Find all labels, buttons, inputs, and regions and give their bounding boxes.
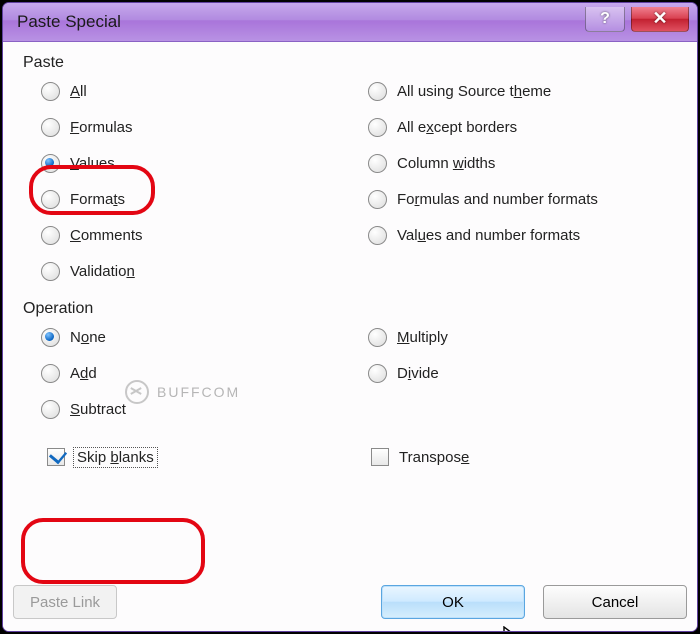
option-label: Formulas xyxy=(70,119,133,136)
option-label: Divide xyxy=(397,365,439,382)
transpose-label: Transpose xyxy=(399,449,469,466)
radio-icon xyxy=(41,328,60,347)
paste-option-2[interactable]: Values xyxy=(41,150,360,176)
radio-icon xyxy=(41,400,60,419)
radio-icon xyxy=(368,226,387,245)
option-label: Values xyxy=(70,155,115,172)
radio-icon xyxy=(368,364,387,383)
option-label: Multiply xyxy=(397,329,448,346)
operation-option-2[interactable]: Subtract xyxy=(41,396,360,422)
operation-option-0[interactable]: None xyxy=(41,324,360,350)
option-label: Values and number formats xyxy=(397,227,580,244)
transpose-checkbox[interactable]: Transpose xyxy=(371,444,687,470)
radio-icon xyxy=(368,190,387,209)
skip-blanks-label: Skip blanks xyxy=(75,449,156,466)
paste-option-3[interactable]: Formats xyxy=(41,186,360,212)
paste-option-4[interactable]: Values and number formats xyxy=(368,222,687,248)
paste-option-4[interactable]: Comments xyxy=(41,222,360,248)
radio-icon xyxy=(368,328,387,347)
paste-special-dialog: Paste Special ? ✕ Paste All Formulas Value… xyxy=(2,2,698,632)
operation-options: None Add Subtract Multiply Divide xyxy=(13,324,687,422)
option-label: Subtract xyxy=(70,401,126,418)
radio-icon xyxy=(41,154,60,173)
help-button[interactable]: ? xyxy=(585,7,625,32)
dialog-button-row: Paste Link OK Cancel xyxy=(13,585,687,619)
close-button[interactable]: ✕ xyxy=(631,7,689,32)
checkbox-icon xyxy=(371,448,389,466)
operation-group-label: Operation xyxy=(23,300,687,318)
operation-option-1[interactable]: Add xyxy=(41,360,360,386)
cursor-icon xyxy=(503,626,523,632)
paste-option-2[interactable]: Column widths xyxy=(368,150,687,176)
radio-icon xyxy=(41,262,60,281)
radio-icon xyxy=(41,364,60,383)
help-icon: ? xyxy=(600,10,610,28)
option-label: All xyxy=(70,83,87,100)
option-label: Validation xyxy=(70,263,135,280)
option-label: Comments xyxy=(70,227,143,244)
option-label: All using Source theme xyxy=(397,83,551,100)
option-label: Formulas and number formats xyxy=(397,191,598,208)
close-icon: ✕ xyxy=(652,8,667,29)
option-label: Formats xyxy=(70,191,125,208)
radio-icon xyxy=(41,118,60,137)
paste-option-0[interactable]: All xyxy=(41,78,360,104)
paste-group-label: Paste xyxy=(23,54,687,72)
window-title: Paste Special xyxy=(17,12,121,32)
ok-button[interactable]: OK xyxy=(381,585,525,619)
paste-options: All Formulas Values Formats Comments Validati… xyxy=(13,78,687,284)
paste-option-5[interactable]: Validation xyxy=(41,258,360,284)
title-bar[interactable]: Paste Special ? ✕ xyxy=(3,3,697,42)
dialog-body: Paste All Formulas Values Formats Comments Va… xyxy=(3,42,697,631)
option-label: None xyxy=(70,329,106,346)
radio-icon xyxy=(41,190,60,209)
cancel-button[interactable]: Cancel xyxy=(543,585,687,619)
paste-option-3[interactable]: Formulas and number formats xyxy=(368,186,687,212)
checkbox-icon xyxy=(47,448,65,466)
misc-options: Skip blanks Transpose xyxy=(13,444,687,470)
paste-link-button: Paste Link xyxy=(13,585,117,619)
radio-icon xyxy=(368,154,387,173)
operation-option-0[interactable]: Multiply xyxy=(368,324,687,350)
paste-option-0[interactable]: All using Source theme xyxy=(368,78,687,104)
operation-option-1[interactable]: Divide xyxy=(368,360,687,386)
radio-icon xyxy=(368,118,387,137)
paste-option-1[interactable]: Formulas xyxy=(41,114,360,140)
radio-icon xyxy=(368,82,387,101)
annotation-highlight xyxy=(21,518,205,584)
option-label: Column widths xyxy=(397,155,495,172)
skip-blanks-checkbox[interactable]: Skip blanks xyxy=(47,444,363,470)
radio-icon xyxy=(41,82,60,101)
option-label: Add xyxy=(70,365,97,382)
paste-option-1[interactable]: All except borders xyxy=(368,114,687,140)
option-label: All except borders xyxy=(397,119,517,136)
radio-icon xyxy=(41,226,60,245)
